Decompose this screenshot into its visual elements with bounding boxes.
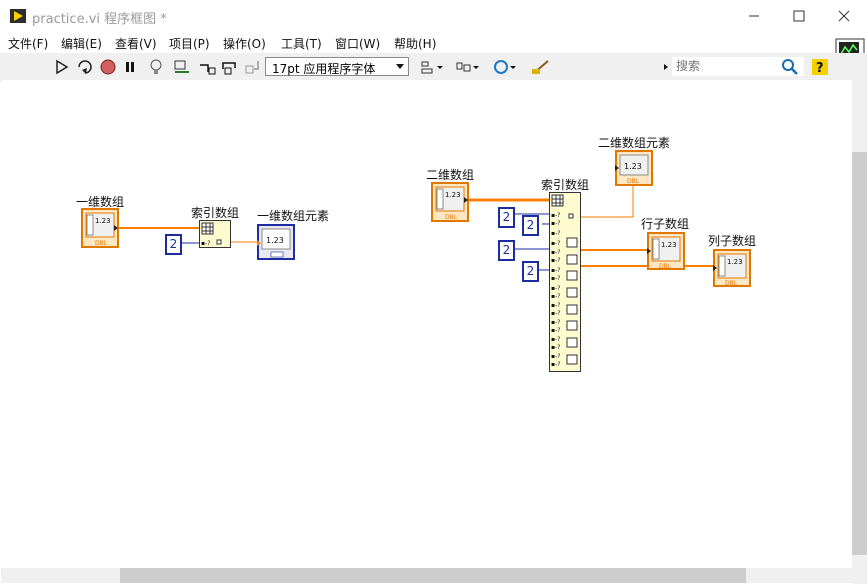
svg-text:▪-?: ▪-?: [551, 212, 560, 219]
svg-text:▪-?: ▪-?: [551, 220, 560, 227]
terminal-value: 1.23: [95, 217, 111, 225]
terminal-type: DBL: [95, 240, 108, 247]
svg-text:▪-?: ▪-?: [551, 302, 560, 309]
step-over-icon[interactable]: [220, 57, 240, 77]
svg-text:▪-?: ▪-?: [551, 267, 560, 274]
title-bar: practice.vi 程序框图 *: [0, 0, 867, 33]
search-toggle-icon[interactable]: [662, 57, 670, 77]
svg-text:▪-?: ▪-?: [551, 327, 560, 334]
row-subarray-indicator[interactable]: 1.23 DBL: [647, 232, 685, 270]
label-index-array-1: 索引数组: [191, 206, 240, 220]
run-continuously-icon[interactable]: [75, 57, 95, 77]
menu-help[interactable]: 帮助(H): [394, 35, 436, 52]
label-index-array-2: 索引数组: [541, 178, 590, 192]
menu-edit[interactable]: 编辑(E): [61, 35, 102, 52]
svg-text:?: ?: [816, 61, 824, 76]
font-dropdown[interactable]: 17pt 应用程序字体: [265, 57, 409, 76]
step-out-icon[interactable]: [243, 57, 263, 77]
close-icon[interactable]: [834, 6, 854, 26]
1d-element-indicator[interactable]: 1.23: [257, 224, 295, 260]
index-constant-d[interactable]: 2: [522, 261, 539, 282]
menu-bar: 文件(F) 编辑(E) 查看(V) 项目(P) 操作(O) 工具(T) 窗口(W…: [0, 33, 867, 53]
label-1d-element: 一维数组元素: [257, 209, 330, 223]
minimize-icon[interactable]: [744, 6, 764, 26]
menu-project[interactable]: 项目(P): [169, 35, 210, 52]
svg-text:▪-?: ▪-?: [551, 353, 560, 360]
index-array-node-1[interactable]: ▪-?: [199, 220, 231, 248]
chevron-down-icon: [396, 64, 404, 69]
svg-text:▪-?: ▪-?: [551, 336, 560, 343]
search-input[interactable]: [676, 58, 776, 74]
label-row-subarray: 行子数组: [641, 217, 690, 231]
svg-text:▪-?: ▪-?: [551, 285, 560, 292]
highlight-execution-icon[interactable]: [146, 57, 166, 77]
2d-array-terminal[interactable]: 1.23 DBL: [431, 182, 469, 222]
window-title: practice.vi 程序框图 *: [32, 12, 167, 27]
svg-text:▪-?: ▪-?: [551, 319, 560, 326]
abort-icon[interactable]: [98, 57, 118, 77]
context-help-icon[interactable]: ?: [810, 57, 830, 77]
align-objects-icon[interactable]: [419, 57, 445, 77]
retain-wire-values-icon[interactable]: [172, 57, 192, 77]
scroll-corner: [852, 568, 867, 584]
svg-text:▪-?: ▪-?: [551, 293, 560, 300]
index-constant-b[interactable]: 2: [522, 215, 539, 236]
2d-element-indicator[interactable]: 1.23 DBL: [615, 150, 653, 186]
svg-text:▪-?: ▪-?: [551, 257, 560, 264]
menu-tools[interactable]: 工具(T): [281, 35, 322, 52]
magnifier-icon[interactable]: [780, 57, 800, 77]
distribute-objects-icon[interactable]: [455, 57, 481, 77]
menu-view[interactable]: 查看(V): [115, 35, 157, 52]
svg-text:▪-?: ▪-?: [551, 249, 560, 256]
clean-up-diagram-icon[interactable]: [530, 57, 554, 77]
indicator-value: 1.23: [727, 258, 743, 266]
svg-text:▪-?: ▪-?: [201, 240, 210, 247]
indicator-value: 1.23: [624, 162, 642, 171]
wire-layer: [118, 186, 715, 271]
font-dropdown-value: 17pt 应用程序字体: [272, 62, 376, 76]
svg-text:▪-?: ▪-?: [551, 275, 560, 282]
svg-text:▪-?: ▪-?: [551, 310, 560, 317]
pause-icon[interactable]: [120, 57, 140, 77]
svg-text:▪-?: ▪-?: [551, 230, 560, 237]
terminal-type: DBL: [627, 178, 640, 185]
terminal-value: 1.23: [445, 191, 461, 199]
reorder-icon[interactable]: [492, 57, 518, 77]
horizontal-scroll-thumb[interactable]: [120, 568, 746, 583]
menu-operate[interactable]: 操作(O): [223, 35, 266, 52]
label-col-subarray: 列子数组: [708, 234, 757, 248]
svg-text:▪-?: ▪-?: [551, 344, 560, 351]
menu-file[interactable]: 文件(F): [8, 35, 48, 52]
vertical-scroll-thumb[interactable]: [852, 152, 867, 555]
col-subarray-indicator[interactable]: 1.23 DBL: [713, 249, 751, 287]
menu-window[interactable]: 窗口(W): [335, 35, 380, 52]
terminal-type: DBL: [445, 214, 458, 221]
index-constant-c[interactable]: 2: [498, 240, 515, 261]
1d-array-terminal[interactable]: 1.23 DBL: [81, 208, 119, 248]
index-constant-a[interactable]: 2: [498, 207, 515, 228]
run-icon[interactable]: [52, 57, 72, 77]
terminal-type: DBL: [725, 280, 738, 287]
toolbar: 17pt 应用程序字体 ?: [0, 53, 867, 81]
index-constant-1[interactable]: 2: [165, 234, 182, 255]
labview-run-arrow-icon: [10, 9, 26, 23]
label-2d-element: 二维数组元素: [598, 136, 671, 150]
step-into-icon[interactable]: [197, 57, 217, 77]
block-diagram[interactable]: 一维数组 1.23 DBL 索引数组 ▪-? 2 一维数组元素 1.23 二维数…: [1, 80, 852, 568]
svg-text:▪-?: ▪-?: [551, 361, 560, 368]
label-2d-array: 二维数组: [426, 168, 475, 182]
maximize-icon[interactable]: [789, 6, 809, 26]
terminal-type: DBL: [659, 263, 672, 270]
svg-text:▪-?: ▪-?: [551, 240, 560, 247]
indicator-value: 1.23: [661, 241, 677, 249]
indicator-value: 1.23: [266, 236, 284, 245]
index-array-node-2[interactable]: ▪-? ▪-? ▪-? ▪-? ▪-? ▪-? ▪-? ▪-? ▪-? ▪-? …: [549, 192, 581, 372]
